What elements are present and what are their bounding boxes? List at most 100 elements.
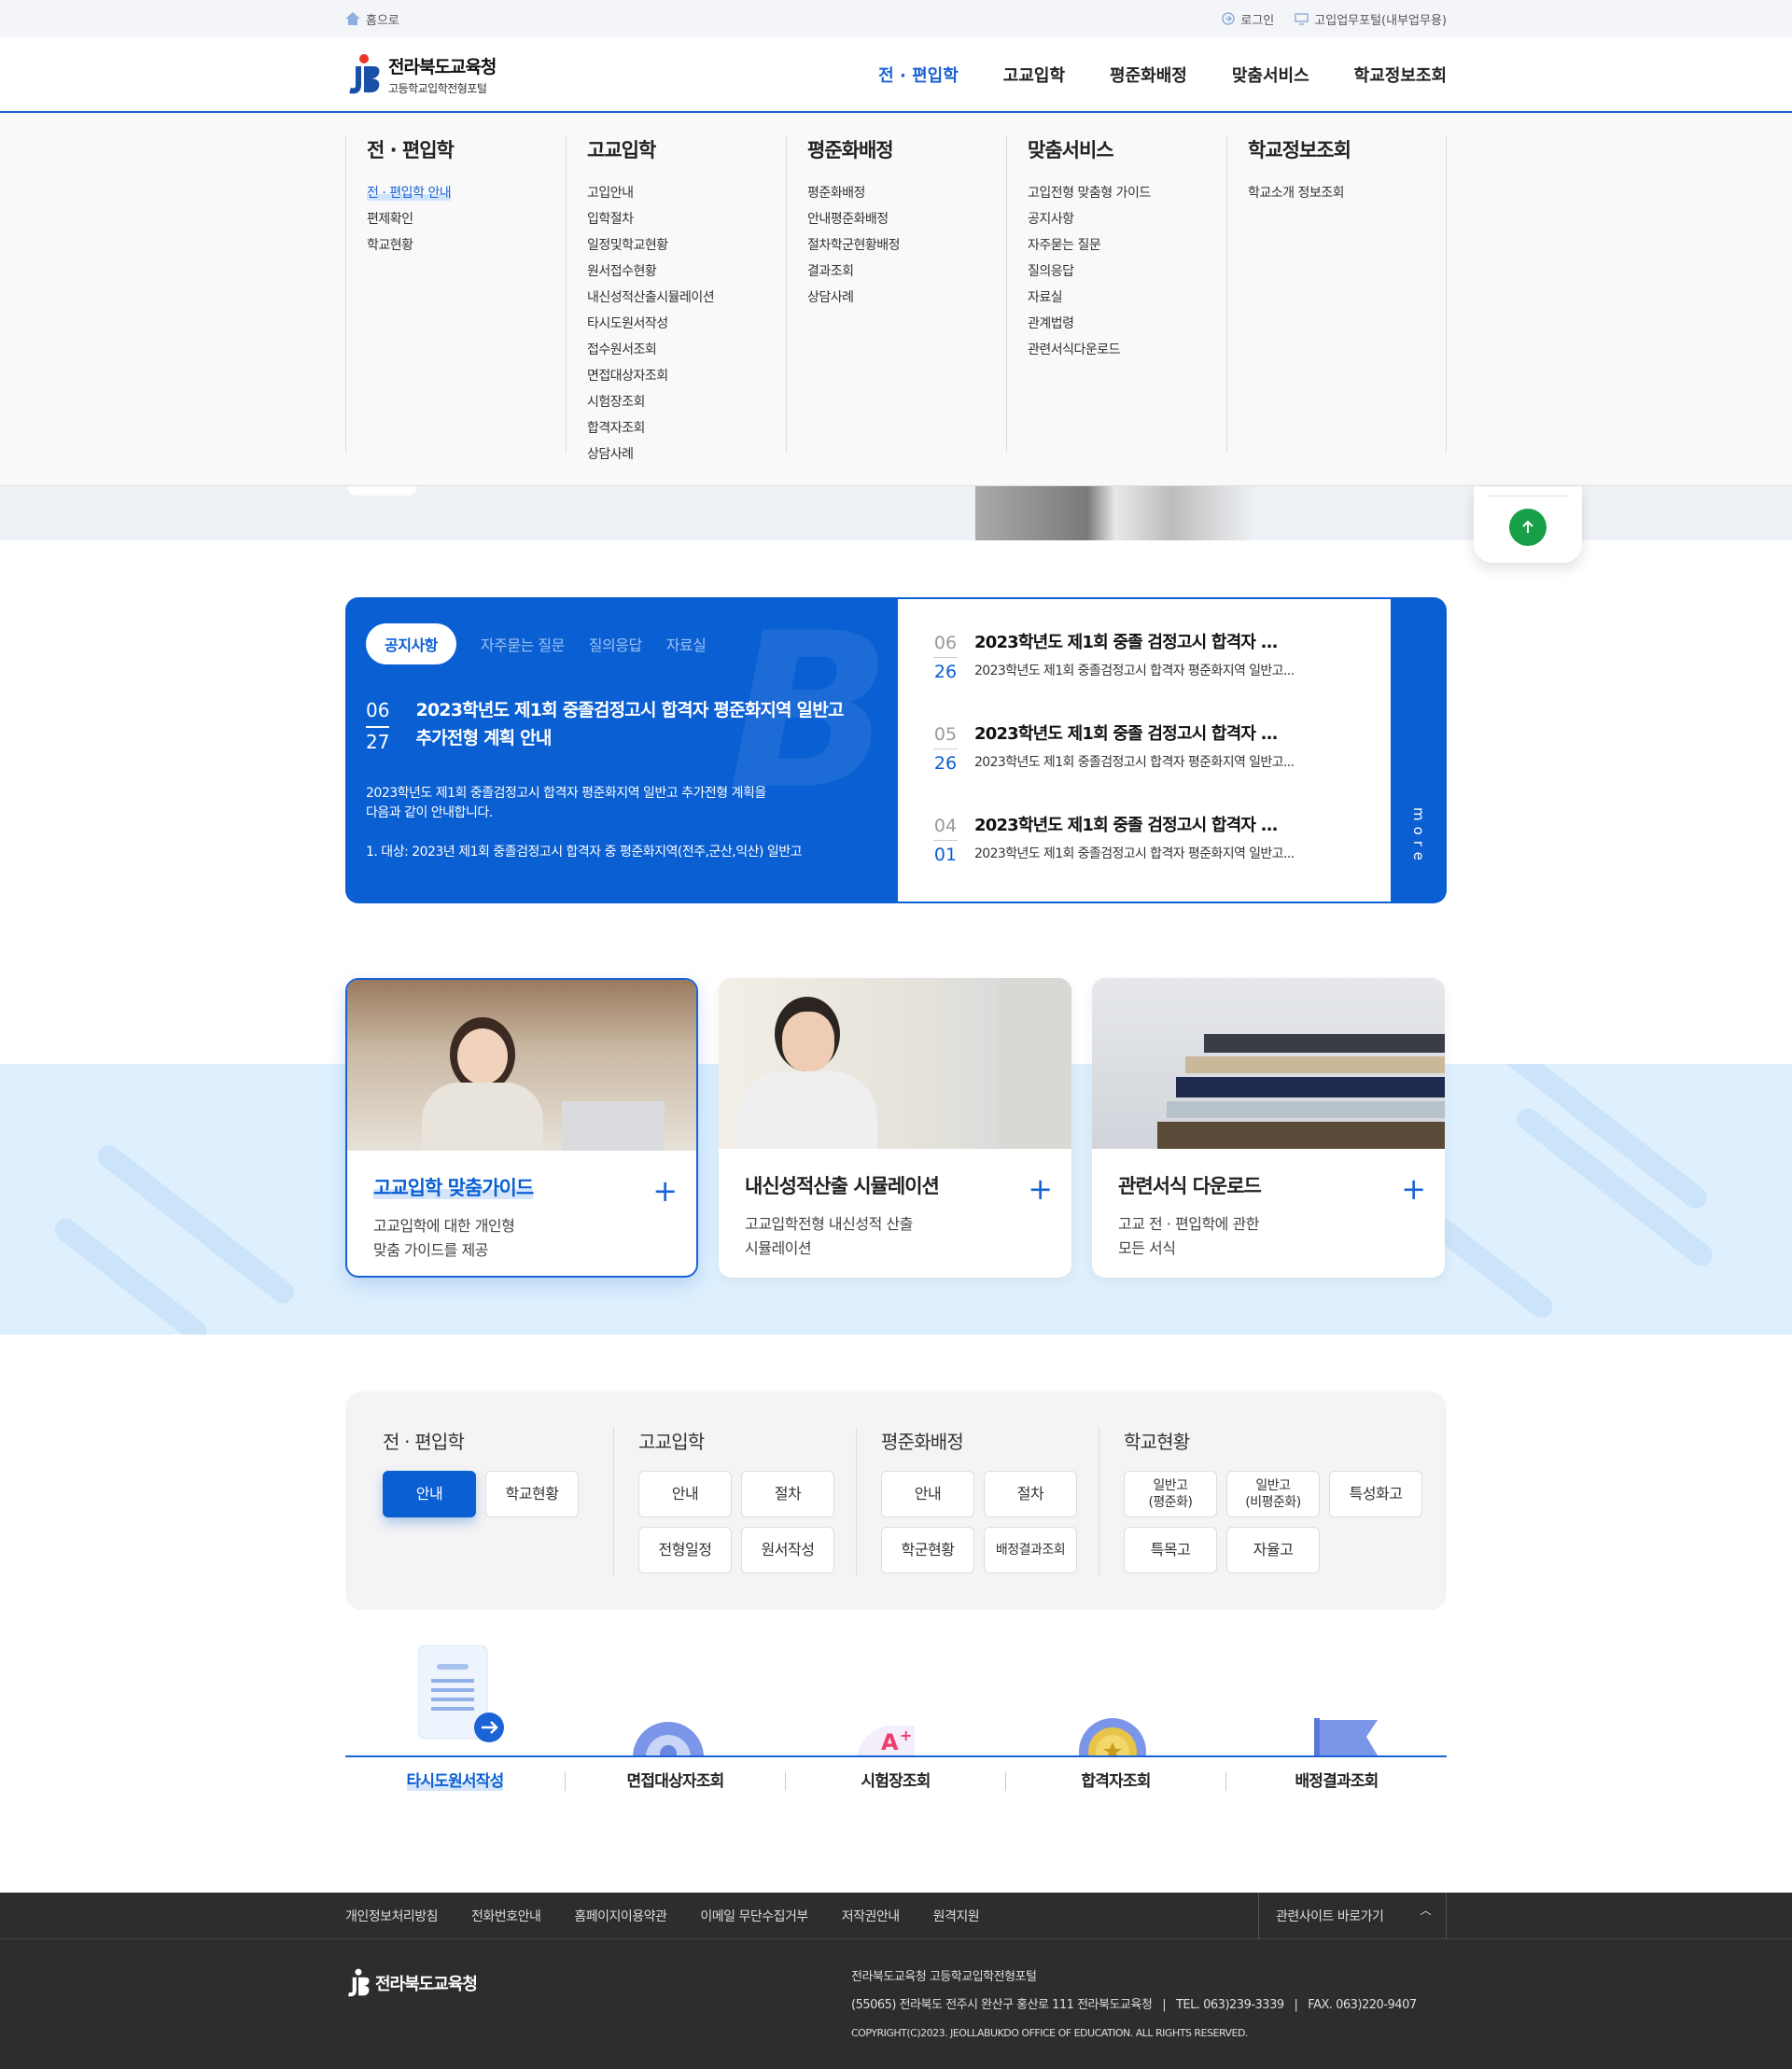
featured-desc-target: 1. 대상: 2023년 제1회 중졸검정고시 합격자 중 평준화지역(전주,군… — [366, 845, 803, 860]
footer-link[interactable]: 원격지원 — [933, 1907, 980, 1925]
footer-link[interactable]: 저작권안내 — [842, 1907, 900, 1925]
ql-button[interactable]: 안내 — [881, 1471, 974, 1517]
plus-icon: + — [1028, 1171, 1053, 1207]
svg-text:A: A — [881, 1729, 899, 1755]
related-sites-select[interactable]: 관련사이트 바로가기 ︿ — [1258, 1893, 1447, 1939]
mega-item[interactable]: 타시도원서작성 — [587, 311, 765, 337]
mega-item[interactable]: 절차학군현황배정 — [807, 232, 986, 259]
item-date: 04 01 — [933, 812, 958, 903]
list-item[interactable]: 06 26 2023학년도 제1회 중졸 검정고시 합격자 ... 2023학년도 … — [933, 629, 1355, 720]
ql-button[interactable]: 자율고 — [1226, 1527, 1320, 1573]
tab-notice[interactable]: 공지사항 — [366, 623, 456, 664]
shortcut-pass-result[interactable]: 합격자조회 — [1006, 1772, 1226, 1791]
top-bar: 홈으로 로그인 고입업무포털(내부업무용) — [0, 0, 1792, 37]
ql-button[interactable]: 특목고 — [1124, 1527, 1217, 1573]
login-link[interactable]: 로그인 — [1222, 10, 1274, 28]
shortcut-interview-target[interactable]: 면접대상자조회 — [566, 1772, 786, 1791]
ql-button[interactable]: 전형일정 — [638, 1527, 732, 1573]
mega-item[interactable]: 상담사례 — [807, 285, 986, 311]
mega-item[interactable]: 자주묻는 질문 — [1028, 232, 1206, 259]
item-date: 05 26 — [933, 720, 958, 812]
mega-item[interactable]: 결과조회 — [807, 259, 986, 285]
mega-item[interactable]: 일정및학교현황 — [587, 232, 765, 259]
shortcut-exam-site[interactable]: 시험장조회 — [786, 1772, 1006, 1791]
card-custom-guide[interactable]: 고교입학 맞춤가이드 고교입학에 대한 개인형 맞춤 가이드를 제공 + — [345, 978, 698, 1278]
ql-button[interactable]: 배정결과조회 — [984, 1527, 1077, 1573]
board-tabs: 공지사항 자주묻는 질문 질의응답 자료실 — [366, 623, 877, 664]
document-stack-image — [1092, 978, 1445, 1149]
mega-item[interactable]: 관계법령 — [1028, 311, 1206, 337]
portal-link[interactable]: 고입업무포털(내부업무용) — [1295, 10, 1447, 28]
ql-button[interactable]: 원서작성 — [741, 1527, 834, 1573]
login-label: 로그인 — [1240, 13, 1275, 28]
mega-item[interactable]: 상담사례 — [587, 441, 765, 468]
ql-button[interactable]: 학군현황 — [881, 1527, 974, 1573]
footer-site-name: 전라북도교육청 고등학교입학전형포털 — [851, 1970, 1037, 1984]
footer-link[interactable]: 홈페이지이용약관 — [574, 1907, 667, 1925]
mega-item[interactable]: 내신성적산출시뮬레이션 — [587, 285, 765, 311]
mega-title: 학교정보조회 — [1248, 139, 1351, 161]
footer-info: 전라북도교육청 고등학교입학전형포털 (55065) 전라북도 전주시 완산구 … — [851, 1964, 1417, 2048]
mega-item[interactable]: 공지사항 — [1028, 206, 1206, 232]
student-laptop-image — [347, 980, 696, 1151]
mega-item[interactable]: 학교현황 — [367, 232, 545, 259]
ql-col-admission: 고교입학 안내 절차 전형일정 원서작성 — [614, 1427, 857, 1576]
mega-item[interactable]: 질의응답 — [1028, 259, 1206, 285]
mega-item[interactable]: 평준화배정 — [807, 180, 986, 206]
card-form-download[interactable]: 관련서식 다운로드 고교 전 · 편입학에 관한 모든 서식 + — [1092, 978, 1445, 1278]
tab-faq[interactable]: 자주묻는 질문 — [481, 633, 565, 655]
mega-item[interactable]: 자료실 — [1028, 285, 1206, 311]
card-desc: 고교 전 · 편입학에 관한 모든 서식 — [1118, 1215, 1259, 1257]
nav-transfer[interactable]: 전 · 편입학 — [878, 63, 959, 87]
ql-button[interactable]: 특성화고 — [1329, 1471, 1422, 1517]
jb-logo-icon — [349, 54, 380, 94]
shortcut-other-region-application[interactable]: 타시도원서작성 — [345, 1772, 566, 1791]
mega-item[interactable]: 관련서식다운로드 — [1028, 337, 1206, 363]
scroll-top-button[interactable] — [1509, 509, 1547, 546]
ql-button[interactable]: 안내 — [638, 1471, 732, 1517]
svg-text:+: + — [900, 1726, 912, 1744]
list-item[interactable]: 04 01 2023학년도 제1회 중졸 검정고시 합격자 ... 2023학년도 … — [933, 812, 1355, 903]
ql-button[interactable]: 안내 — [383, 1471, 476, 1517]
mega-item[interactable]: 합격자조회 — [587, 415, 765, 441]
nav-admission[interactable]: 고교입학 — [1003, 63, 1065, 87]
footer-link[interactable]: 전화번호안내 — [471, 1907, 541, 1925]
mega-item[interactable]: 원서접수현황 — [587, 259, 765, 285]
tab-qna[interactable]: 질의응답 — [589, 633, 642, 655]
shortcut-assignment-result[interactable]: 배정결과조회 — [1226, 1772, 1447, 1791]
ql-button[interactable]: 학교현황 — [485, 1471, 579, 1517]
mega-item[interactable]: 시험장조회 — [587, 389, 765, 415]
mega-title: 고교입학 — [587, 139, 656, 161]
icon-row-baseline — [345, 1755, 1447, 1757]
tab-archive[interactable]: 자료실 — [666, 633, 707, 655]
mega-item[interactable]: 면접대상자조회 — [587, 363, 765, 389]
more-button[interactable]: more — [1391, 597, 1447, 903]
nav-assignment[interactable]: 평준화배정 — [1110, 63, 1187, 87]
ql-button[interactable]: 일반고 (비평준화) — [1226, 1471, 1320, 1517]
card-grade-simulation[interactable]: 내신성적산출 시뮬레이션 고교입학전형 내신성적 산출 시뮬레이션 + — [719, 978, 1071, 1278]
featured-post[interactable]: 06 27 2023학년도 제1회 중졸검정고시 합격자 평준화지역 일반고 추… — [366, 696, 877, 756]
home-link[interactable]: 홈으로 — [345, 10, 399, 28]
mega-item[interactable]: 접수원서조회 — [587, 337, 765, 363]
mega-item[interactable]: 입학절차 — [587, 206, 765, 232]
footer-copyright: COPYRIGHT(C)2023. JEOLLABUKDO OFFICE OF … — [851, 2027, 1248, 2039]
quick-menu — [1474, 486, 1582, 563]
login-icon — [1222, 12, 1236, 25]
featured-date: 06 27 — [366, 696, 390, 756]
site-logo[interactable]: 전라북도교육청 고등학교입학전형포털 — [345, 53, 497, 96]
mega-item[interactable]: 고입전형 맞춤형 가이드 — [1028, 180, 1206, 206]
mega-item[interactable]: 안내평준화배정 — [807, 206, 986, 232]
footer-link[interactable]: 이메일 무단수집거부 — [700, 1907, 808, 1925]
nav-custom-service[interactable]: 맞춤서비스 — [1232, 63, 1309, 87]
nav-school-info[interactable]: 학교정보조회 — [1354, 63, 1447, 87]
footer-link[interactable]: 개인정보처리방침 — [345, 1907, 439, 1925]
mega-item[interactable]: 고입안내 — [587, 180, 765, 206]
featured-title-2: 추가전형 계획 안내 — [415, 728, 552, 748]
ql-button[interactable]: 절차 — [741, 1471, 834, 1517]
mega-item[interactable]: 전 · 편입학 안내 — [367, 180, 545, 206]
ql-button[interactable]: 절차 — [984, 1471, 1077, 1517]
list-item[interactable]: 05 26 2023학년도 제1회 중졸 검정고시 합격자 ... 2023학년도 … — [933, 720, 1355, 812]
mega-item[interactable]: 편제확인 — [367, 206, 545, 232]
ql-button[interactable]: 일반고 (평준화) — [1124, 1471, 1217, 1517]
mega-item[interactable]: 학교소개 정보조회 — [1248, 180, 1425, 206]
